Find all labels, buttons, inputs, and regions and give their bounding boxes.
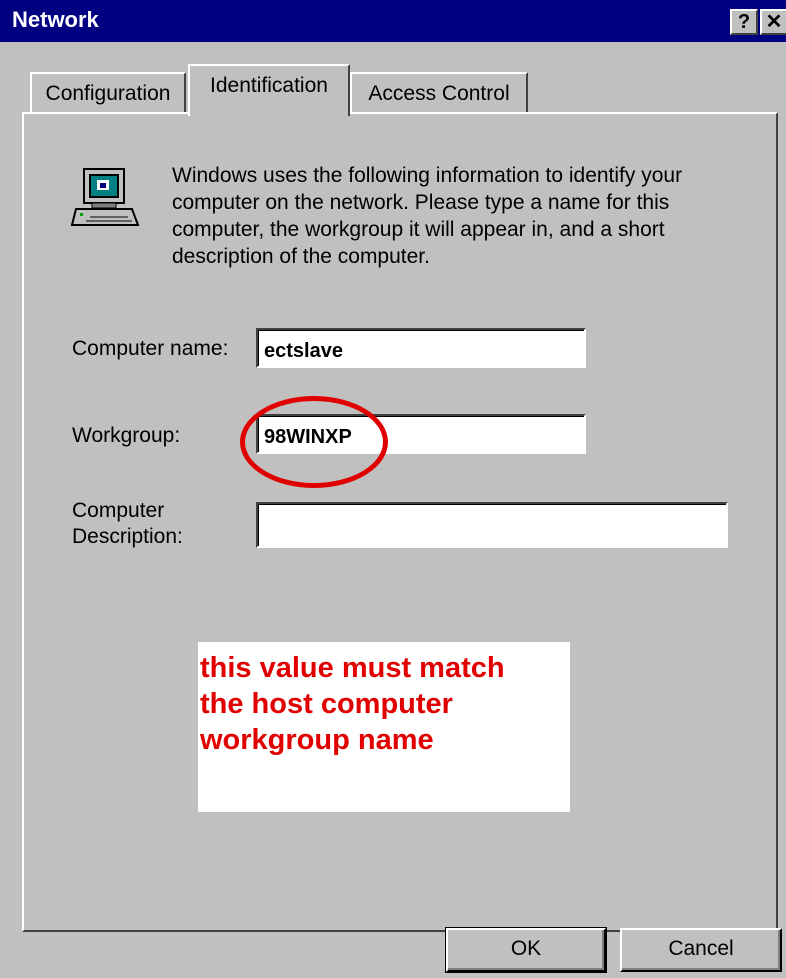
workgroup-input[interactable] — [256, 414, 586, 454]
computer-icon — [70, 168, 140, 226]
computer-name-label: Computer name: — [72, 337, 229, 360]
title-bar: Network ? ✕ — [0, 0, 786, 42]
tab-identification[interactable]: Identification — [188, 64, 350, 116]
cancel-button[interactable]: Cancel — [620, 928, 782, 972]
annotation-line1: this value must match — [200, 652, 505, 684]
annotation-line2: the host computer — [200, 688, 453, 720]
tab-configuration[interactable]: Configuration — [30, 72, 186, 112]
help-button[interactable]: ? — [730, 9, 758, 35]
tab-access-control[interactable]: Access Control — [350, 72, 528, 112]
workgroup-label: Workgroup: — [72, 424, 181, 447]
computer-description-label: Computer Description: — [72, 498, 242, 550]
description-label-line2: Description: — [72, 525, 183, 548]
ok-button[interactable]: OK — [445, 927, 607, 973]
computer-name-input[interactable] — [256, 328, 586, 368]
description-label-line1: Computer — [72, 499, 165, 522]
info-text: Windows uses the following information t… — [172, 164, 683, 268]
network-dialog: Network ? ✕ Configuration Identification… — [0, 0, 786, 978]
computer-description-input[interactable] — [256, 502, 728, 548]
close-button[interactable]: ✕ — [760, 9, 786, 35]
annotation-note: this value must match the host computer … — [198, 642, 570, 812]
annotation-line3: workgroup name — [200, 724, 434, 756]
window-title: Network — [12, 7, 99, 32]
